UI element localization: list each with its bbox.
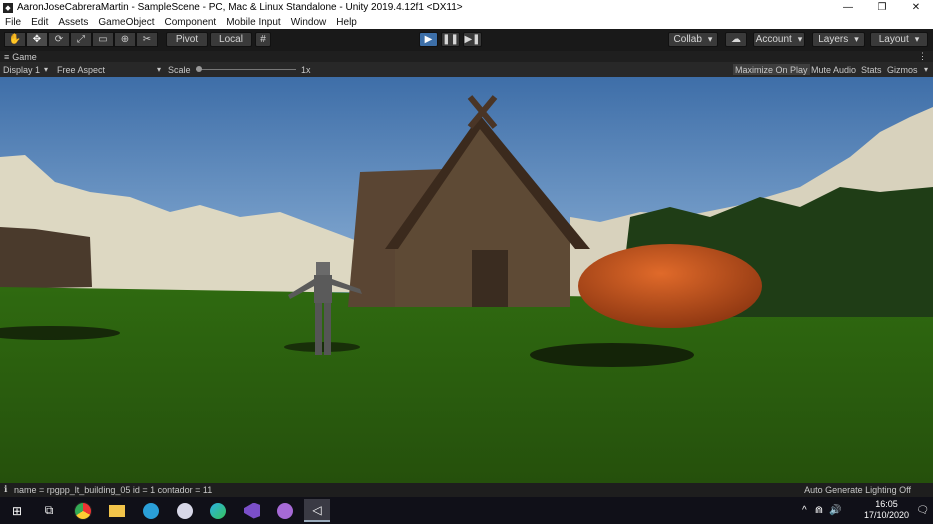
slider-handle[interactable]: [196, 66, 202, 72]
task-view-button[interactable]: ⧉: [36, 499, 62, 522]
slider-track: [196, 69, 296, 70]
collab-dropdown[interactable]: Collab: [668, 32, 718, 47]
cloud-icon[interactable]: ☁: [725, 32, 747, 47]
aspect-label: Free Aspect: [57, 64, 106, 75]
clock-time: 16:05: [875, 499, 898, 509]
layers-label: Layers: [818, 34, 849, 45]
transform-tool-icon[interactable]: ⊕: [114, 32, 136, 47]
notification-icon[interactable]: 🗨: [916, 497, 929, 524]
app-purple-icon[interactable]: [272, 499, 298, 522]
main-toolbar: ✋ ✥ ⟳ ⤢ ▭ ⊕ ✂ Pivot Local # ▶ ❚❚ ▶❚ Coll…: [0, 29, 933, 51]
collab-label: Collab: [673, 34, 702, 45]
game-tab-bar: ≡ Game ⋮: [0, 51, 933, 62]
volume-icon[interactable]: 🔊: [829, 505, 841, 516]
telegram-icon[interactable]: [138, 499, 164, 522]
layout-dropdown[interactable]: Layout: [870, 32, 928, 47]
game-view[interactable]: [0, 77, 933, 483]
menu-mobile-input[interactable]: Mobile Input: [226, 17, 280, 28]
play-button[interactable]: ▶: [419, 32, 438, 47]
scale-slider[interactable]: [196, 64, 296, 75]
tab-menu-icon[interactable]: ⋮: [918, 51, 927, 62]
window-controls: — ❐ ✕: [831, 0, 933, 15]
menu-window[interactable]: Window: [291, 17, 327, 28]
maximize-on-play-toggle[interactable]: Maximize On Play: [733, 64, 810, 75]
visual-studio-icon[interactable]: [239, 499, 265, 522]
console-message[interactable]: name = rpgpp_lt_building_05 id = 1 conta…: [14, 485, 212, 495]
pause-button[interactable]: ❚❚: [441, 32, 460, 47]
chrome-icon[interactable]: [70, 499, 96, 522]
start-button[interactable]: ⊞: [4, 499, 30, 522]
menu-help[interactable]: Help: [336, 17, 357, 28]
menu-file[interactable]: File: [5, 17, 21, 28]
custom-tool-icon[interactable]: ✂: [136, 32, 158, 47]
minimize-button[interactable]: —: [831, 0, 865, 15]
file-explorer-icon[interactable]: [104, 499, 130, 522]
house-door: [472, 250, 508, 307]
chevron-up-icon[interactable]: ^: [802, 505, 807, 516]
windows-taskbar: ⊞ ⧉ ◁ ^ ⋒ 🔊 16:05 17/10/2020 🗨: [0, 497, 933, 524]
scale-value: 1x: [301, 64, 311, 75]
title-bar: ◆ AaronJoseCabreraMartin - SampleScene -…: [0, 0, 933, 15]
scale-tool-icon[interactable]: ⤢: [70, 32, 92, 47]
grid-snap-icon[interactable]: #: [255, 32, 271, 47]
menu-component[interactable]: Component: [165, 17, 217, 28]
gizmos-dropdown[interactable]: Gizmos: [887, 64, 918, 75]
info-icon: ℹ: [4, 484, 8, 494]
layout-label: Layout: [878, 34, 909, 45]
step-button[interactable]: ▶❚: [463, 32, 482, 47]
display-dropdown[interactable]: Display 1 ▾: [3, 64, 51, 75]
game-tab-label: Game: [12, 51, 37, 62]
mute-audio-toggle[interactable]: Mute Audio: [811, 64, 856, 75]
close-button[interactable]: ✕: [899, 0, 933, 15]
menu-gameobject[interactable]: GameObject: [98, 17, 154, 28]
aspect-dropdown[interactable]: Free Aspect ▾: [57, 64, 161, 75]
hand-tool-icon[interactable]: ✋: [4, 32, 26, 47]
rect-tool-icon[interactable]: ▭: [92, 32, 114, 47]
menu-bar: File Edit Assets GameObject Component Mo…: [0, 15, 933, 29]
unity-logo-icon: ◆: [3, 2, 13, 13]
layers-dropdown[interactable]: Layers: [812, 32, 865, 47]
taskbar-clock[interactable]: 16:05 17/10/2020: [864, 499, 909, 521]
edge-icon[interactable]: [205, 499, 231, 522]
game-tab-icon: ≡: [4, 51, 10, 62]
clock-date: 17/10/2020: [863, 510, 909, 520]
move-tool-icon[interactable]: ✥: [26, 32, 48, 47]
window-title: AaronJoseCabreraMartin - SampleScene - P…: [17, 2, 463, 13]
game-scene-render: [0, 77, 933, 483]
wifi-icon[interactable]: ⋒: [815, 505, 823, 516]
lighting-status[interactable]: Auto Generate Lighting Off: [804, 485, 911, 495]
rotate-tool-icon[interactable]: ⟳: [48, 32, 70, 47]
transform-tools: ✋ ✥ ⟳ ⤢ ▭ ⊕ ✂: [4, 32, 158, 47]
display-label: Display 1: [3, 64, 41, 75]
orange-capsule: [578, 244, 762, 328]
tray-icons: ^ ⋒ 🔊: [802, 497, 842, 524]
chevron-down-icon: ▾: [44, 65, 49, 74]
chevron-down-icon: ▾: [924, 65, 929, 74]
pivot-label: Pivot: [175, 34, 199, 45]
stats-toggle[interactable]: Stats: [861, 64, 882, 75]
account-label: Account: [755, 34, 792, 45]
account-dropdown[interactable]: Account: [753, 32, 805, 47]
tab-game[interactable]: ≡ Game: [4, 51, 37, 62]
menu-assets[interactable]: Assets: [58, 17, 88, 28]
rock-wall: [0, 227, 92, 289]
local-label: Local: [219, 34, 243, 45]
unity-icon[interactable]: ◁: [304, 499, 330, 522]
local-toggle[interactable]: Local: [210, 32, 252, 47]
capsule-shadow: [530, 343, 694, 367]
chevron-down-icon: ▾: [156, 65, 161, 74]
game-view-controls: Display 1 ▾ Free Aspect ▾ Scale 1x Maximiz…: [0, 62, 933, 77]
scale-label: Scale: [168, 64, 191, 75]
app-icon[interactable]: [172, 499, 198, 522]
menu-edit[interactable]: Edit: [31, 17, 48, 28]
maximize-button[interactable]: ❐: [865, 0, 899, 15]
status-bar: ℹ name = rpgpp_lt_building_05 id = 1 con…: [0, 483, 933, 497]
pivot-toggle[interactable]: Pivot: [166, 32, 208, 47]
